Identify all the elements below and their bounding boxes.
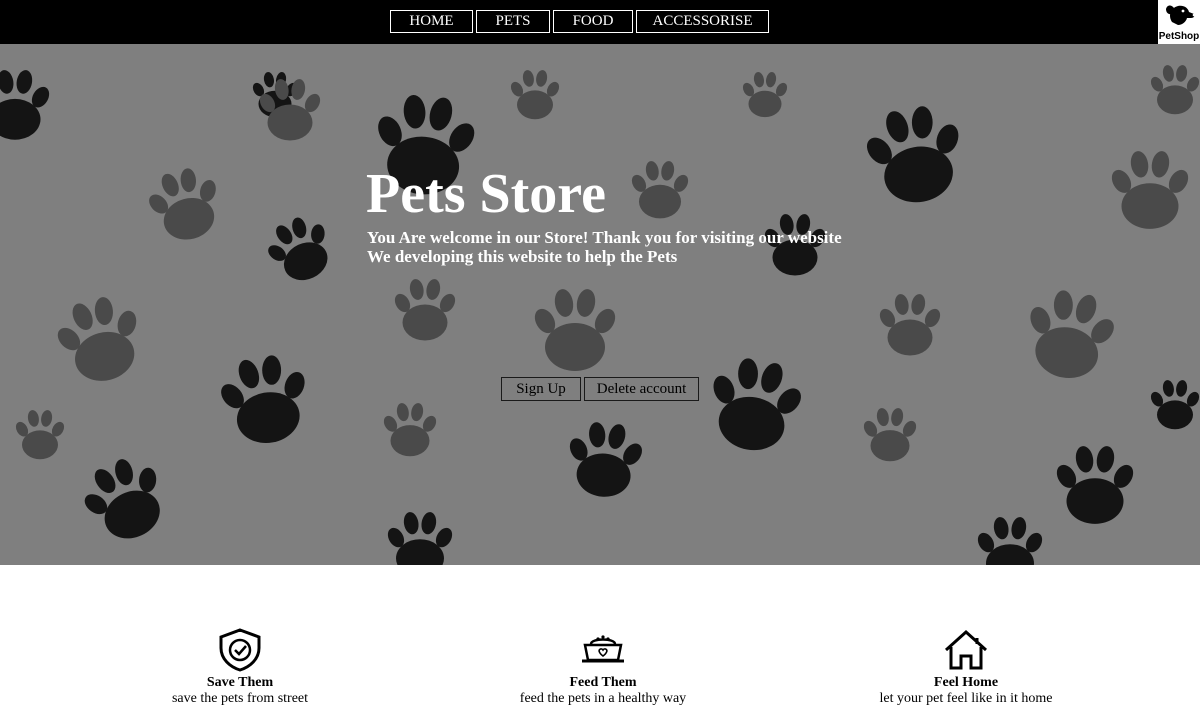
feature-description: save the pets from street	[171, 691, 309, 706]
hero-welcome-text: You Are welcome in our Store! Thank you …	[367, 228, 842, 247]
petshop-logo[interactable]: PetShop	[1158, 0, 1200, 44]
sign-up-button[interactable]: Sign Up	[501, 377, 581, 401]
hero-section: Pets Store You Are welcome in our Store!…	[0, 44, 1200, 565]
hero-title: Pets Store	[366, 163, 606, 225]
nav-pets-button[interactable]: PETS	[476, 10, 550, 33]
feature-feed-them: Feed Them feed the pets in a healthy way	[473, 628, 733, 707]
dog-head-icon	[1166, 5, 1196, 26]
hero-subtitle-text: We developing this website to help the P…	[367, 247, 678, 266]
feature-description: let your pet feel like in it home	[879, 691, 1053, 706]
nav-food-button[interactable]: FOOD	[553, 10, 633, 33]
feature-title: Feel Home	[933, 675, 999, 690]
logo-text: PetShop	[1158, 31, 1200, 42]
nav-home-button[interactable]: HOME	[390, 10, 473, 33]
feature-description: feed the pets in a healthy way	[519, 691, 687, 706]
feature-title: Feed Them	[569, 675, 637, 690]
pet-food-bowl-icon	[582, 635, 624, 663]
shield-check-icon	[219, 628, 261, 672]
paw-pattern-background	[0, 64, 1200, 565]
nav-accessorise-button[interactable]: ACCESSORISE	[636, 10, 769, 33]
feature-title: Save Them	[206, 675, 274, 690]
delete-account-button[interactable]: Delete account	[584, 377, 699, 401]
top-navigation-bar: HOME PETS FOOD ACCESSORISE PetShop	[0, 0, 1200, 44]
house-icon	[944, 629, 988, 670]
feature-feel-home: Feel Home let your pet feel like in it h…	[836, 628, 1096, 707]
feature-save-them: Save Them save the pets from street	[110, 628, 370, 707]
